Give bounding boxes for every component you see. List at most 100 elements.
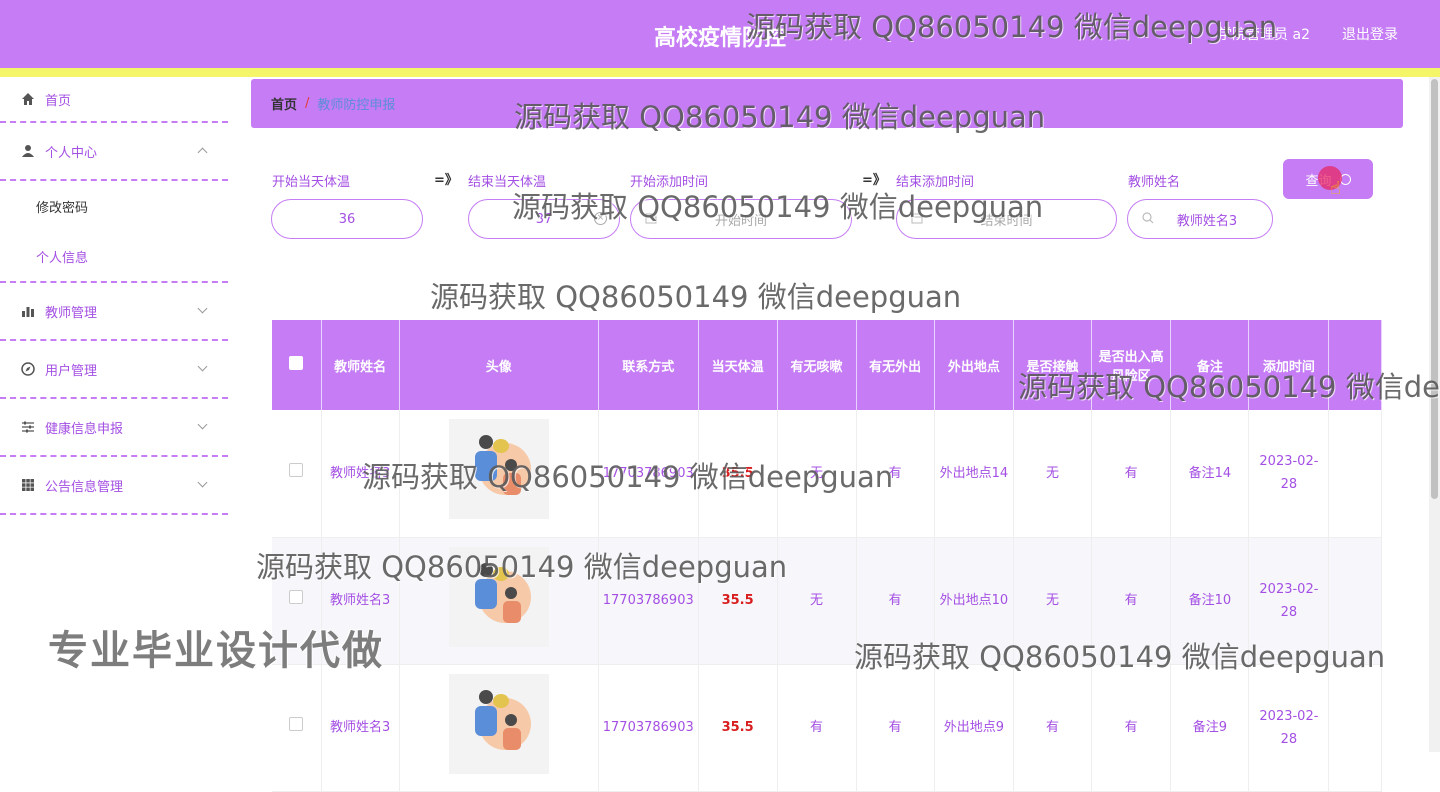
- calendar-icon: [911, 212, 923, 224]
- col-risk-area: 是否出入高风险区: [1091, 320, 1172, 410]
- header-accent-bar: [0, 68, 1440, 77]
- search-icon: [1142, 212, 1154, 224]
- sliders-icon: [20, 419, 36, 435]
- col-outing: 有无外出: [856, 320, 935, 410]
- end-temp-label: 结束当天体温: [468, 175, 547, 190]
- cell-temp: 35.5: [698, 537, 778, 665]
- end-time-placeholder: 结束时间: [980, 213, 1033, 229]
- avatar: [448, 546, 549, 647]
- cell-actions: [1328, 664, 1382, 792]
- cell-contact: 无: [1013, 410, 1093, 538]
- start-temp-value: 36: [338, 211, 356, 227]
- col-actions: [1328, 320, 1382, 410]
- col-teacher-name: 教师姓名: [321, 320, 400, 410]
- row-checkbox[interactable]: [289, 462, 304, 477]
- start-time-placeholder: 开始时间: [714, 213, 767, 229]
- cell-temp: 35.5: [698, 410, 778, 538]
- calendar-icon: [645, 212, 657, 224]
- start-temp-input[interactable]: 36: [271, 199, 423, 239]
- sidebar-item-label: 公告信息管理: [45, 479, 124, 495]
- start-time-label: 开始添加时间: [630, 175, 709, 190]
- sidebar-item-personal-center[interactable]: 个人中心: [0, 123, 228, 181]
- table-row: 教师姓名3 17703786903 35.5 无 有 外出地点14 无 有 备注…: [272, 410, 1382, 538]
- table-header-row: 教师姓名 头像 联系方式 当天体温 有无咳嗽 有无外出 外出地点 是否接触 是否…: [272, 320, 1382, 410]
- table-row: 教师姓名3 17703786903 35.5 有 有 外出地点9 有 有 备注9…: [272, 664, 1382, 792]
- col-phone: 联系方式: [598, 320, 699, 410]
- breadcrumb-current: 教师防控申报: [317, 98, 396, 113]
- scrollbar-thumb[interactable]: [1431, 79, 1438, 499]
- cell-contact: 无: [1013, 537, 1093, 665]
- sidebar-item-teacher-mgmt[interactable]: 教师管理: [0, 283, 228, 341]
- row-checkbox[interactable]: [289, 590, 304, 604]
- compass-icon: [20, 361, 36, 377]
- chevron-down-icon: [197, 419, 208, 430]
- cell-avatar: [399, 410, 599, 538]
- cell-added-time: 2023-02-28: [1248, 537, 1330, 665]
- breadcrumb-separator: /: [305, 96, 310, 111]
- sidebar-item-health-report[interactable]: 健康信息申报: [0, 399, 228, 457]
- end-temp-input[interactable]: 37 ×: [468, 199, 620, 239]
- row-select-cell: [272, 410, 322, 538]
- teacher-name-value: 教师姓名3: [1176, 213, 1238, 229]
- start-time-picker[interactable]: 开始时间: [630, 199, 852, 239]
- sidebar-item-notice-mgmt[interactable]: 公告信息管理: [0, 457, 228, 515]
- teacher-name-input[interactable]: 教师姓名3: [1127, 199, 1273, 239]
- logout-link[interactable]: 退出登录: [1342, 24, 1398, 44]
- cell-note: 备注9: [1170, 664, 1250, 792]
- cell-place: 外出地点9: [934, 664, 1014, 792]
- cell-risk-area: 有: [1091, 664, 1172, 792]
- sidebar-item-personal-info[interactable]: 个人信息: [0, 231, 228, 281]
- col-added-time: 添加时间: [1248, 320, 1330, 410]
- bar-chart-icon: [20, 303, 36, 319]
- cell-contact: 有: [1013, 664, 1093, 792]
- cell-outing: 有: [856, 537, 935, 665]
- col-cough: 有无咳嗽: [777, 320, 857, 410]
- start-temp-label: 开始当天体温: [272, 175, 351, 190]
- breadcrumb-home[interactable]: 首页: [271, 94, 297, 113]
- chevron-down-icon: [197, 477, 208, 488]
- cell-avatar: [399, 537, 599, 665]
- cell-outing: 有: [856, 410, 935, 538]
- cell-teacher-name: 教师姓名3: [321, 410, 400, 538]
- user-icon: [20, 143, 36, 159]
- cell-cough: 无: [777, 410, 857, 538]
- col-avatar: 头像: [399, 320, 599, 410]
- cell-teacher-name: 教师姓名3: [321, 664, 400, 792]
- cell-note: 备注14: [1170, 410, 1250, 538]
- chevron-down-icon: [197, 303, 208, 314]
- cell-place: 外出地点10: [934, 537, 1014, 665]
- sidebar-item-change-password[interactable]: 修改密码: [0, 181, 228, 231]
- col-note: 备注: [1170, 320, 1250, 410]
- cell-phone: 17703786903: [598, 664, 699, 792]
- row-select-cell: [272, 664, 322, 792]
- watermark-side-text: 专业毕业设计代做: [48, 628, 384, 674]
- cell-avatar: [399, 664, 599, 792]
- cell-cough: 无: [777, 537, 857, 665]
- sidebar-item-user-mgmt[interactable]: 用户管理: [0, 341, 228, 399]
- teacher-name-label: 教师姓名: [1128, 175, 1181, 190]
- cell-phone: 17703786903: [598, 410, 699, 538]
- end-time-picker[interactable]: 结束时间: [896, 199, 1117, 239]
- page-scrollbar[interactable]: [1429, 77, 1440, 752]
- select-all-checkbox[interactable]: [289, 356, 304, 370]
- cell-note: 备注10: [1170, 537, 1250, 665]
- sidebar-item-label: 教师管理: [45, 305, 98, 321]
- cell-place: 外出地点14: [934, 410, 1014, 538]
- clear-icon[interactable]: ×: [594, 212, 607, 225]
- submenu-personal-center: 修改密码 个人信息: [0, 181, 228, 283]
- sidebar-item-home[interactable]: 首页: [0, 77, 228, 123]
- cell-added-time: 2023-02-28: [1248, 664, 1330, 792]
- cell-outing: 有: [856, 664, 935, 792]
- range-arrow: =》: [434, 173, 458, 188]
- cell-actions: [1328, 410, 1382, 538]
- current-user: 学院管理员 a2: [1218, 27, 1310, 43]
- row-checkbox[interactable]: [289, 717, 304, 731]
- avatar: [448, 673, 549, 774]
- cell-actions: [1328, 537, 1382, 665]
- sidebar-item-label: 用户管理: [45, 363, 98, 379]
- cell-risk-area: 有: [1091, 537, 1172, 665]
- watermark-text: 源码获取 QQ86050149 微信deepguan: [430, 280, 962, 314]
- chevron-up-icon: [197, 147, 208, 158]
- range-arrow: =》: [862, 173, 886, 188]
- cell-temp: 35.5: [698, 664, 778, 792]
